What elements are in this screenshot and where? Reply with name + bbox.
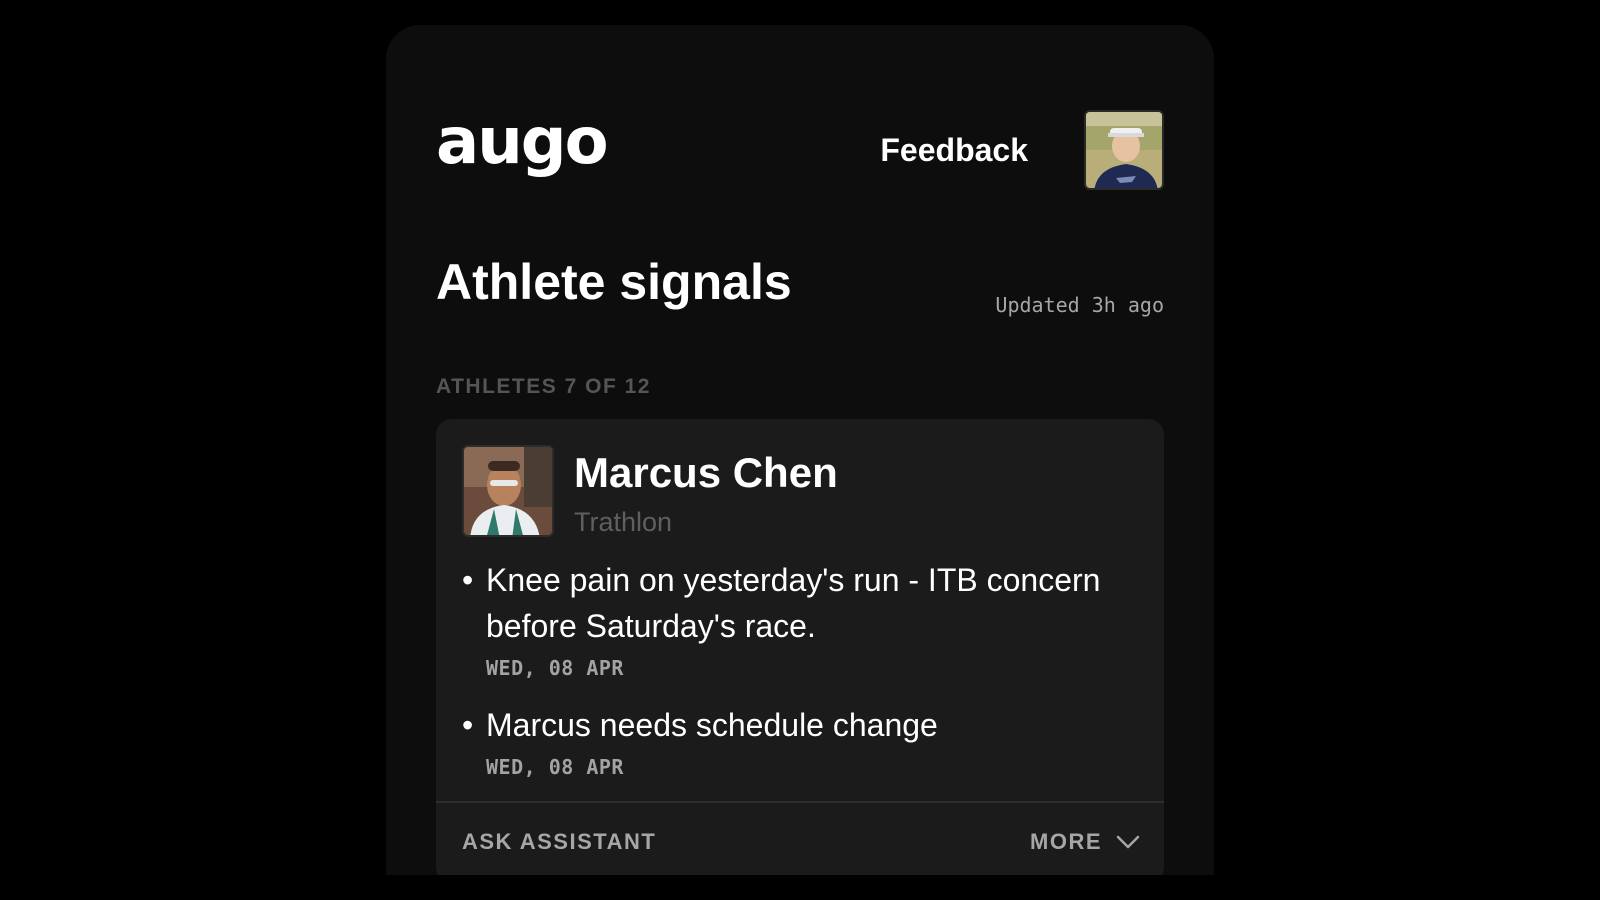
athlete-card: Marcus Chen Trathlon • Knee pain on yest…: [436, 419, 1164, 875]
feedback-button[interactable]: Feedback: [880, 132, 1028, 169]
signal-text: Marcus needs schedule change: [486, 707, 938, 743]
card-divider: [436, 801, 1164, 803]
bullet-icon: •: [462, 562, 474, 598]
athlete-avatar[interactable]: [462, 445, 554, 537]
user-avatar[interactable]: [1084, 110, 1164, 190]
updated-timestamp: Updated 3h ago: [995, 293, 1164, 317]
signal-text: Knee pain on yesterday's run - ITB conce…: [486, 562, 1101, 644]
signal-item[interactable]: • Marcus needs schedule change WED, 08 A…: [462, 702, 1140, 779]
athlete-name: Marcus Chen: [574, 449, 838, 496]
more-button[interactable]: MORE: [1030, 829, 1140, 855]
header: augo Feedback: [436, 110, 1164, 190]
athlete-sport: Trathlon: [574, 507, 673, 537]
ask-assistant-button[interactable]: ASK ASSISTANT: [462, 829, 656, 855]
signal-date: WED, 08 APR: [486, 755, 624, 779]
page-title: Athlete signals: [436, 254, 792, 310]
app-screen: augo Feedback Athlete signals Updated 3h…: [386, 25, 1214, 875]
signal-date: WED, 08 APR: [486, 656, 624, 680]
more-label: MORE: [1030, 829, 1102, 854]
bullet-icon: •: [462, 707, 474, 743]
signal-item[interactable]: • Knee pain on yesterday's run - ITB con…: [462, 557, 1140, 680]
app-logo[interactable]: augo: [436, 110, 609, 174]
athlete-counter: ATHLETES 7 OF 12: [436, 375, 651, 398]
user-avatar-photo: [1086, 112, 1162, 188]
chevron-down-icon: [1116, 835, 1140, 849]
athlete-photo: [464, 447, 552, 535]
